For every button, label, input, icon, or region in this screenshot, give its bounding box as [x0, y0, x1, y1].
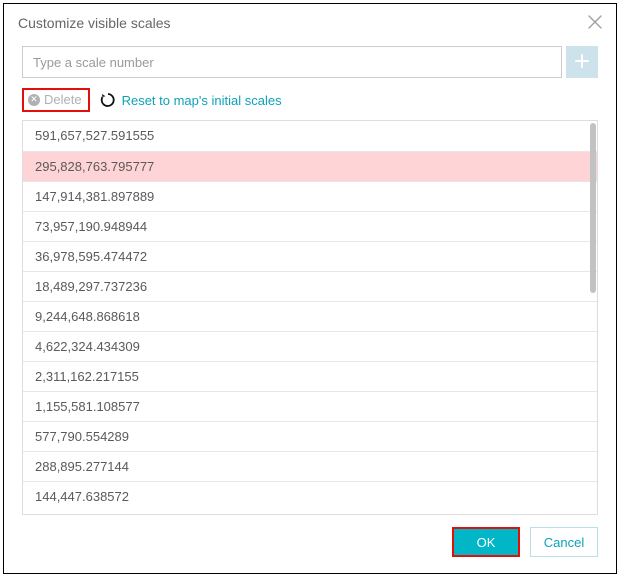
x-circle-icon: ✕ [28, 94, 40, 106]
scale-number-input[interactable] [22, 46, 562, 78]
reset-label: Reset to map's initial scales [122, 93, 282, 108]
delete-button[interactable]: ✕ Delete [22, 88, 90, 112]
customize-scales-dialog: Customize visible scales ✕ Delete R [3, 3, 617, 574]
close-icon[interactable] [588, 14, 602, 32]
scroll-thumb[interactable] [590, 123, 596, 293]
cancel-button[interactable]: Cancel [530, 527, 598, 557]
dialog-header: Customize visible scales [4, 4, 616, 38]
scale-item[interactable]: 288,895.277144 [23, 451, 597, 481]
scale-list-container: 591,657,527.591555295,828,763.795777147,… [22, 120, 598, 515]
scale-item[interactable]: 9,244,648.868618 [23, 301, 597, 331]
reset-button[interactable]: Reset to map's initial scales [100, 92, 282, 108]
scale-item[interactable]: 147,914,381.897889 [23, 181, 597, 211]
scale-list[interactable]: 591,657,527.591555295,828,763.795777147,… [23, 121, 597, 514]
refresh-icon [100, 92, 116, 108]
add-scale-button[interactable] [566, 46, 598, 78]
scale-item[interactable]: 4,622,324.434309 [23, 331, 597, 361]
scale-item[interactable]: 73,957,190.948944 [23, 211, 597, 241]
scale-item[interactable]: 1,155,581.108577 [23, 391, 597, 421]
ok-button[interactable]: OK [452, 527, 520, 557]
scrollbar[interactable] [589, 121, 597, 514]
dialog-title: Customize visible scales [18, 15, 171, 31]
scale-input-row [22, 46, 598, 78]
plus-icon [574, 53, 590, 72]
scale-item[interactable]: 144,447.638572 [23, 481, 597, 511]
dialog-footer: OK Cancel [4, 527, 616, 573]
scale-item[interactable]: 577,790.554289 [23, 421, 597, 451]
action-row: ✕ Delete Reset to map's initial scales [22, 88, 598, 112]
scale-item[interactable]: 2,311,162.217155 [23, 361, 597, 391]
scale-item[interactable]: 36,978,595.474472 [23, 241, 597, 271]
dialog-body: ✕ Delete Reset to map's initial scales 5… [4, 38, 616, 527]
scale-item[interactable]: 295,828,763.795777 [23, 151, 597, 181]
scale-item[interactable]: 591,657,527.591555 [23, 121, 597, 151]
scale-item[interactable]: 18,489,297.737236 [23, 271, 597, 301]
delete-label: Delete [44, 92, 82, 107]
